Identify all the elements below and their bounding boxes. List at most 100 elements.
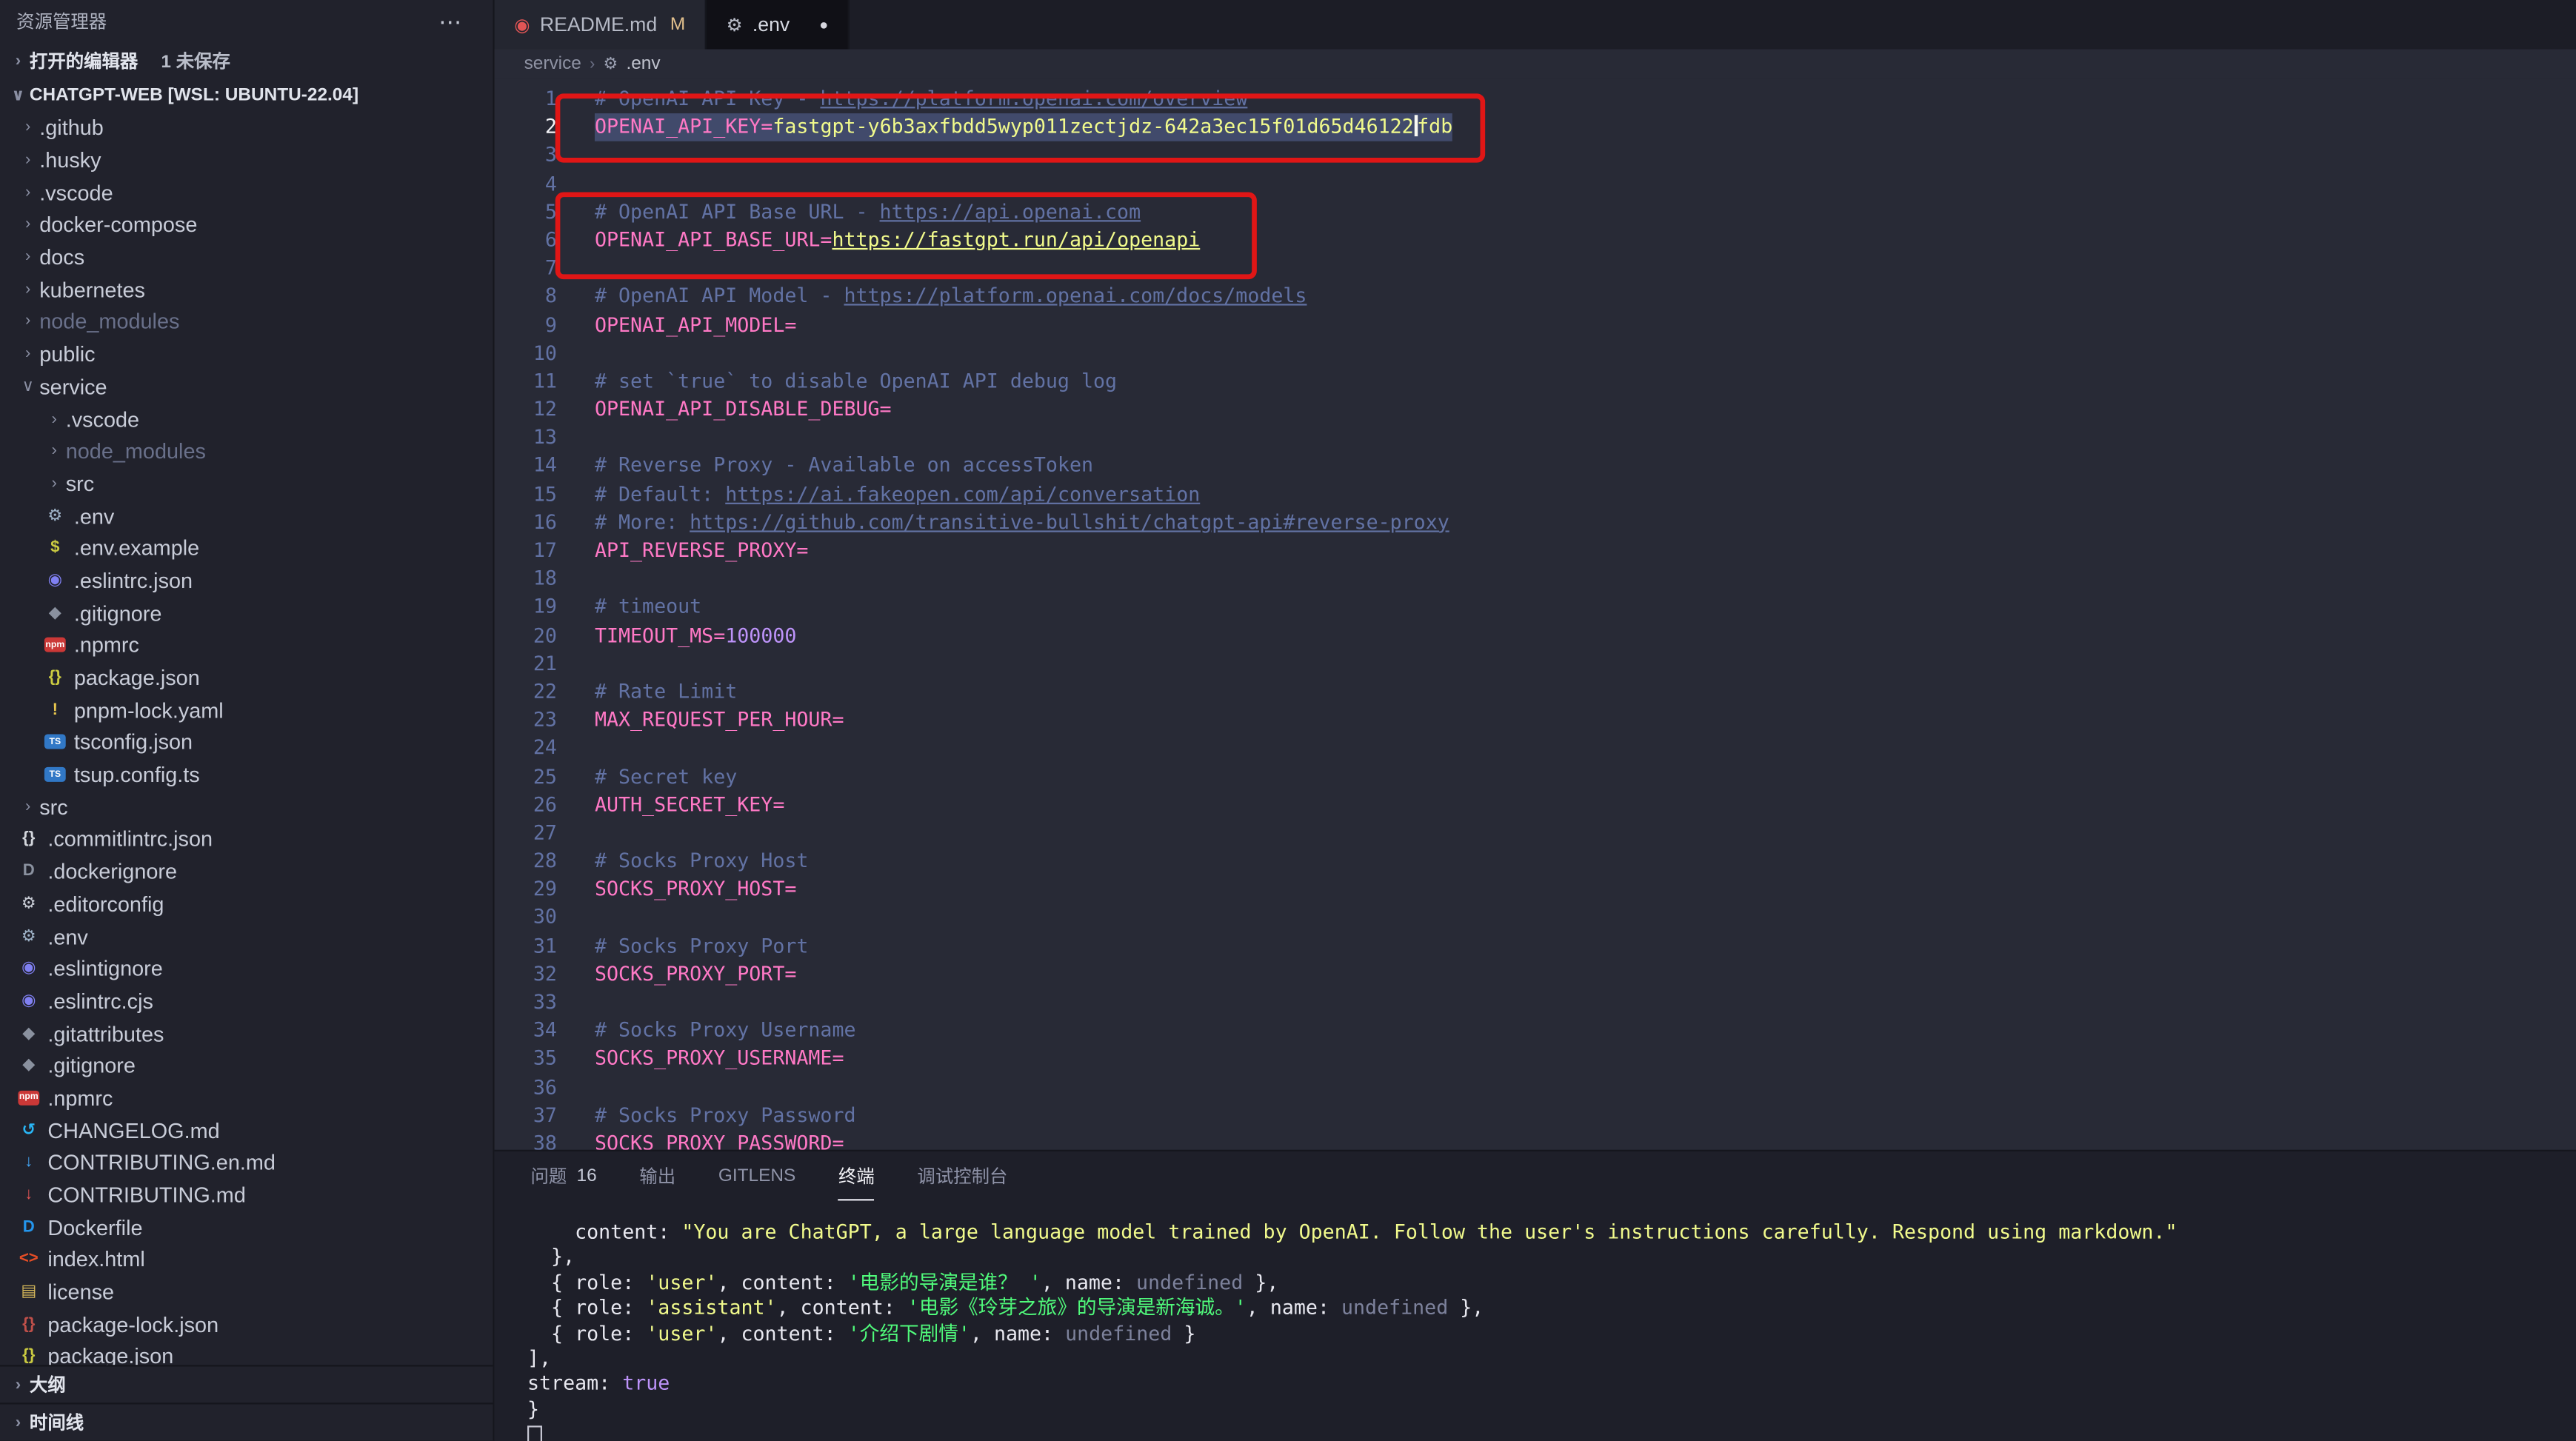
file-.npmrc[interactable]: npm.npmrc <box>0 629 493 662</box>
file-.eslintrc.json[interactable]: ◉.eslintrc.json <box>0 564 493 597</box>
folder-node_modules[interactable]: ›node_modules <box>0 435 493 468</box>
code-line-10[interactable]: 10 <box>495 339 2576 367</box>
file-.commitlintrc.json[interactable]: {}.commitlintrc.json <box>0 823 493 856</box>
folder-.vscode[interactable]: ›.vscode <box>0 176 493 209</box>
file-.env.example[interactable]: $.env.example <box>0 532 493 565</box>
code-line-15[interactable]: 15# Default: https://ai.fakeopen.com/api… <box>495 481 2576 509</box>
file-.gitignore[interactable]: ◆.gitignore <box>0 1049 493 1082</box>
code-line-34[interactable]: 34# Socks Proxy Username <box>495 1017 2576 1045</box>
code-editor[interactable]: 1# OpenAI API Key - https://platform.ope… <box>495 78 2576 1149</box>
code-line-36[interactable]: 36 <box>495 1074 2576 1102</box>
code-line-8[interactable]: 8# OpenAI API Model - https://platform.o… <box>495 283 2576 311</box>
code-line-29[interactable]: 29SOCKS_PROXY_HOST= <box>495 876 2576 904</box>
file-.gitattributes[interactable]: ◆.gitattributes <box>0 1017 493 1050</box>
tree-item-label: license <box>47 1280 114 1304</box>
file-Dockerfile[interactable]: DDockerfile <box>0 1211 493 1244</box>
unsaved-dot-icon[interactable]: ● <box>819 16 828 33</box>
file-package-lock.json[interactable]: {}package-lock.json <box>0 1308 493 1341</box>
line-number: 20 <box>495 622 570 650</box>
folder-node_modules[interactable]: ›node_modules <box>0 306 493 338</box>
folder-.husky[interactable]: ›.husky <box>0 144 493 176</box>
more-actions-icon[interactable]: ⋯ <box>438 7 463 36</box>
open-editors-header[interactable]: › 打开的编辑器 1 未保存 <box>0 43 493 79</box>
code-line-3[interactable]: 3 <box>495 142 2576 170</box>
code-line-2[interactable]: 2OPENAI_API_KEY=fastgpt-y6b3axfbdd5wyp01… <box>495 113 2576 141</box>
code-line-26[interactable]: 26AUTH_SECRET_KEY= <box>495 791 2576 819</box>
tab-env[interactable]: ⚙ .env ● <box>707 0 850 50</box>
code-line-25[interactable]: 25# Secret key <box>495 763 2576 791</box>
code-line-38[interactable]: 38SOCKS_PROXY_PASSWORD= <box>495 1130 2576 1150</box>
workspace-root-header[interactable]: ∨ CHATGPT-WEB [WSL: UBUNTU-22.04] <box>0 78 493 111</box>
code-line-19[interactable]: 19# timeout <box>495 594 2576 622</box>
code-line-37[interactable]: 37# Socks Proxy Password <box>495 1102 2576 1130</box>
code-line-9[interactable]: 9OPENAI_API_MODEL= <box>495 311 2576 339</box>
file-.dockerignore[interactable]: D.dockerignore <box>0 855 493 888</box>
code-line-5[interactable]: 5# OpenAI API Base URL - https://api.ope… <box>495 198 2576 227</box>
code-line-22[interactable]: 22# Rate Limit <box>495 678 2576 706</box>
code-line-6[interactable]: 6OPENAI_API_BASE_URL=https://fastgpt.run… <box>495 227 2576 255</box>
file-CHANGELOG.md[interactable]: ↺CHANGELOG.md <box>0 1114 493 1147</box>
folder-.github[interactable]: ›.github <box>0 112 493 144</box>
folder-src[interactable]: ›src <box>0 467 493 500</box>
file-license[interactable]: ▤license <box>0 1276 493 1308</box>
file-CONTRIBUTING.md[interactable]: ↓CONTRIBUTING.md <box>0 1179 493 1211</box>
breadcrumb-folder[interactable]: service <box>524 54 581 74</box>
file-.editorconfig[interactable]: ⚙.editorconfig <box>0 888 493 920</box>
code-line-31[interactable]: 31# Socks Proxy Port <box>495 932 2576 960</box>
panel-tab-debug-console[interactable]: 调试控制台 <box>917 1151 1007 1201</box>
code-text: OPENAI_API_KEY=fastgpt-y6b3axfbdd5wyp011… <box>595 113 1452 141</box>
chevron-right-icon: › <box>16 151 39 169</box>
code-line-14[interactable]: 14# Reverse Proxy - Available on accessT… <box>495 452 2576 481</box>
file-package.json[interactable]: {}package.json <box>0 661 493 694</box>
folder-public[interactable]: ›public <box>0 338 493 371</box>
panel-tab-gitlens[interactable]: GITLENS <box>718 1151 795 1201</box>
code-line-4[interactable]: 4 <box>495 170 2576 198</box>
code-line-12[interactable]: 12OPENAI_API_DISABLE_DEBUG= <box>495 396 2576 424</box>
file-.env[interactable]: ⚙.env <box>0 920 493 953</box>
file-tsup.config.ts[interactable]: TStsup.config.ts <box>0 758 493 791</box>
code-line-17[interactable]: 17API_REVERSE_PROXY= <box>495 537 2576 565</box>
code-line-23[interactable]: 23MAX_REQUEST_PER_HOUR= <box>495 706 2576 735</box>
folder-service[interactable]: ∨service <box>0 370 493 403</box>
file-.gitignore[interactable]: ◆.gitignore <box>0 597 493 629</box>
folder-.vscode[interactable]: ›.vscode <box>0 403 493 435</box>
file-tsconfig.json[interactable]: TStsconfig.json <box>0 726 493 759</box>
file-index.html[interactable]: <>index.html <box>0 1243 493 1276</box>
file-.eslintignore[interactable]: ◉.eslintignore <box>0 952 493 985</box>
folder-src[interactable]: ›src <box>0 791 493 823</box>
folder-kubernetes[interactable]: ›kubernetes <box>0 273 493 306</box>
file-.eslintrc.cjs[interactable]: ◉.eslintrc.cjs <box>0 985 493 1017</box>
panel-tab-terminal[interactable]: 终端 <box>838 1151 875 1201</box>
code-line-33[interactable]: 33 <box>495 989 2576 1017</box>
breadcrumb-file[interactable]: .env <box>626 54 660 74</box>
outline-section[interactable]: › 大纲 <box>0 1365 493 1403</box>
code-line-20[interactable]: 20TIMEOUT_MS=100000 <box>495 622 2576 650</box>
panel-tab-problems[interactable]: 问题16 <box>530 1151 596 1201</box>
code-line-13[interactable]: 13 <box>495 424 2576 452</box>
line-number: 26 <box>495 791 570 819</box>
code-line-18[interactable]: 18 <box>495 565 2576 593</box>
code-line-35[interactable]: 35SOCKS_PROXY_USERNAME= <box>495 1046 2576 1074</box>
timeline-section[interactable]: › 时间线 <box>0 1403 493 1441</box>
panel-tab-output[interactable]: 输出 <box>639 1151 675 1201</box>
folder-docs[interactable]: ›docs <box>0 241 493 274</box>
code-line-16[interactable]: 16# More: https://github.com/transitive-… <box>495 509 2576 537</box>
md-down-icon: ↓ <box>16 1184 41 1206</box>
file-.env[interactable]: ⚙.env <box>0 500 493 532</box>
code-line-11[interactable]: 11# set `true` to disable OpenAI API deb… <box>495 368 2576 396</box>
file-.npmrc[interactable]: npm.npmrc <box>0 1082 493 1114</box>
code-line-7[interactable]: 7 <box>495 255 2576 283</box>
code-line-1[interactable]: 1# OpenAI API Key - https://platform.ope… <box>495 85 2576 113</box>
file-CONTRIBUTING.en.md[interactable]: ↓CONTRIBUTING.en.md <box>0 1146 493 1179</box>
tab-readme[interactable]: ◉ README.md M <box>495 0 707 50</box>
file-package.json[interactable]: {}package.json <box>0 1340 493 1365</box>
code-line-24[interactable]: 24 <box>495 735 2576 763</box>
code-line-21[interactable]: 21 <box>495 650 2576 678</box>
code-line-27[interactable]: 27 <box>495 820 2576 848</box>
file-pnpm-lock.yaml[interactable]: !pnpm-lock.yaml <box>0 694 493 726</box>
terminal-output[interactable]: content: "You are ChatGPT, a large langu… <box>495 1200 2576 1441</box>
code-line-30[interactable]: 30 <box>495 904 2576 932</box>
code-line-28[interactable]: 28# Socks Proxy Host <box>495 848 2576 876</box>
folder-docker-compose[interactable]: ›docker-compose <box>0 209 493 241</box>
code-line-32[interactable]: 32SOCKS_PROXY_PORT= <box>495 960 2576 989</box>
